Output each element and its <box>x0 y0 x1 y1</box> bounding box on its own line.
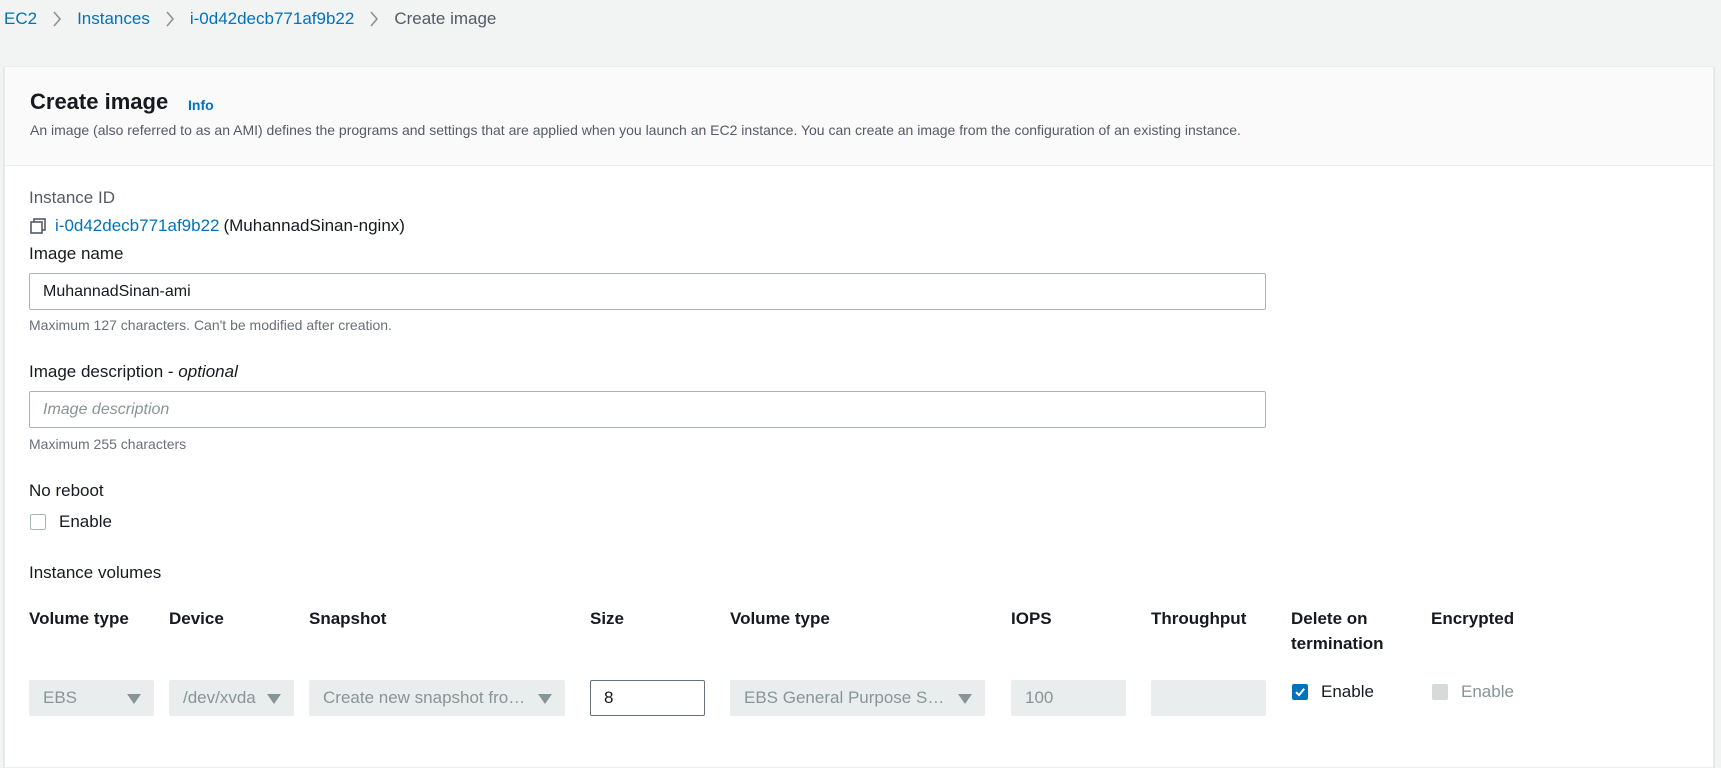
no-reboot-label: No reboot <box>29 481 104 500</box>
image-description-label-text: Image description - <box>29 362 179 381</box>
image-name-hint: Maximum 127 characters. Can't be modifie… <box>29 317 392 333</box>
device-value: /dev/xvda <box>183 688 256 707</box>
caret-down-icon <box>267 694 281 704</box>
info-link[interactable]: Info <box>188 97 214 113</box>
encrypted-enable-label: Enable <box>1461 682 1514 701</box>
col-throughput: Throughput <box>1151 609 1247 628</box>
size-input[interactable] <box>590 680 705 716</box>
image-description-input[interactable] <box>29 391 1266 428</box>
instance-volumes-label: Instance volumes <box>29 563 162 582</box>
col-volume-type: Volume type <box>29 609 129 628</box>
panel-header: Create image Info An image (also referre… <box>5 67 1713 166</box>
chevron-right-icon <box>354 11 394 27</box>
image-name-label: Image name <box>29 244 124 263</box>
image-description-hint: Maximum 255 characters <box>29 436 187 452</box>
encrypted-checkbox <box>1432 684 1448 700</box>
col-snapshot: Snapshot <box>309 609 387 628</box>
delete-on-termination-checkbox[interactable] <box>1292 684 1308 700</box>
breadcrumb: EC2 Instances i-0d42decb771af9b22 Create… <box>4 8 496 30</box>
instance-id-label: Instance ID <box>29 188 115 207</box>
ebs-volume-type-select: EBS General Purpose SSD (gp2) <box>730 680 985 716</box>
instance-id-link[interactable]: i-0d42decb771af9b22 <box>55 216 219 236</box>
instance-id-row: i-0d42decb771af9b22 (MuhannadSinan-nginx… <box>28 214 405 238</box>
instance-name: (MuhannadSinan-nginx) <box>223 216 405 235</box>
device-select: /dev/xvda <box>169 680 294 716</box>
col-delete-on-termination: Delete on termination <box>1291 609 1384 653</box>
image-name-input[interactable] <box>29 273 1266 310</box>
throughput-input <box>1151 680 1266 716</box>
col-ebs-volume-type: Volume type <box>730 609 830 628</box>
breadcrumb-ec2[interactable]: EC2 <box>4 9 37 29</box>
chevron-right-icon <box>37 11 77 27</box>
snapshot-value: Create new snapshot from volume <box>323 688 534 707</box>
checkmark-icon <box>1295 688 1305 697</box>
delete-on-termination-enable-label: Enable <box>1321 682 1374 701</box>
copy-icon[interactable] <box>28 216 48 236</box>
col-iops: IOPS <box>1011 609 1052 628</box>
caret-down-icon <box>958 694 972 704</box>
breadcrumb-instances[interactable]: Instances <box>77 9 150 29</box>
page-description: An image (also referred to as an AMI) de… <box>30 122 1241 138</box>
col-encrypted: Encrypted <box>1431 609 1515 628</box>
col-size: Size <box>590 609 625 628</box>
image-description-label: Image description - optional <box>29 362 238 382</box>
iops-input: 100 <box>1011 680 1126 716</box>
volume-type-value: EBS <box>43 688 78 707</box>
page-title: Create image <box>30 89 169 114</box>
breadcrumb-current: Create image <box>394 9 497 28</box>
col-device: Device <box>169 609 224 628</box>
volume-type-select: EBS <box>29 680 154 716</box>
no-reboot-checkbox[interactable] <box>30 514 46 530</box>
caret-down-icon <box>127 694 141 704</box>
snapshot-select: Create new snapshot from volume <box>309 680 565 716</box>
optional-label: optional <box>178 362 238 381</box>
breadcrumb-instance-id[interactable]: i-0d42decb771af9b22 <box>190 9 354 29</box>
no-reboot-enable-label: Enable <box>59 512 112 531</box>
ebs-volume-type-value: EBS General Purpose SSD (gp2) <box>744 688 954 707</box>
caret-down-icon <box>538 694 552 704</box>
chevron-right-icon <box>150 11 190 27</box>
